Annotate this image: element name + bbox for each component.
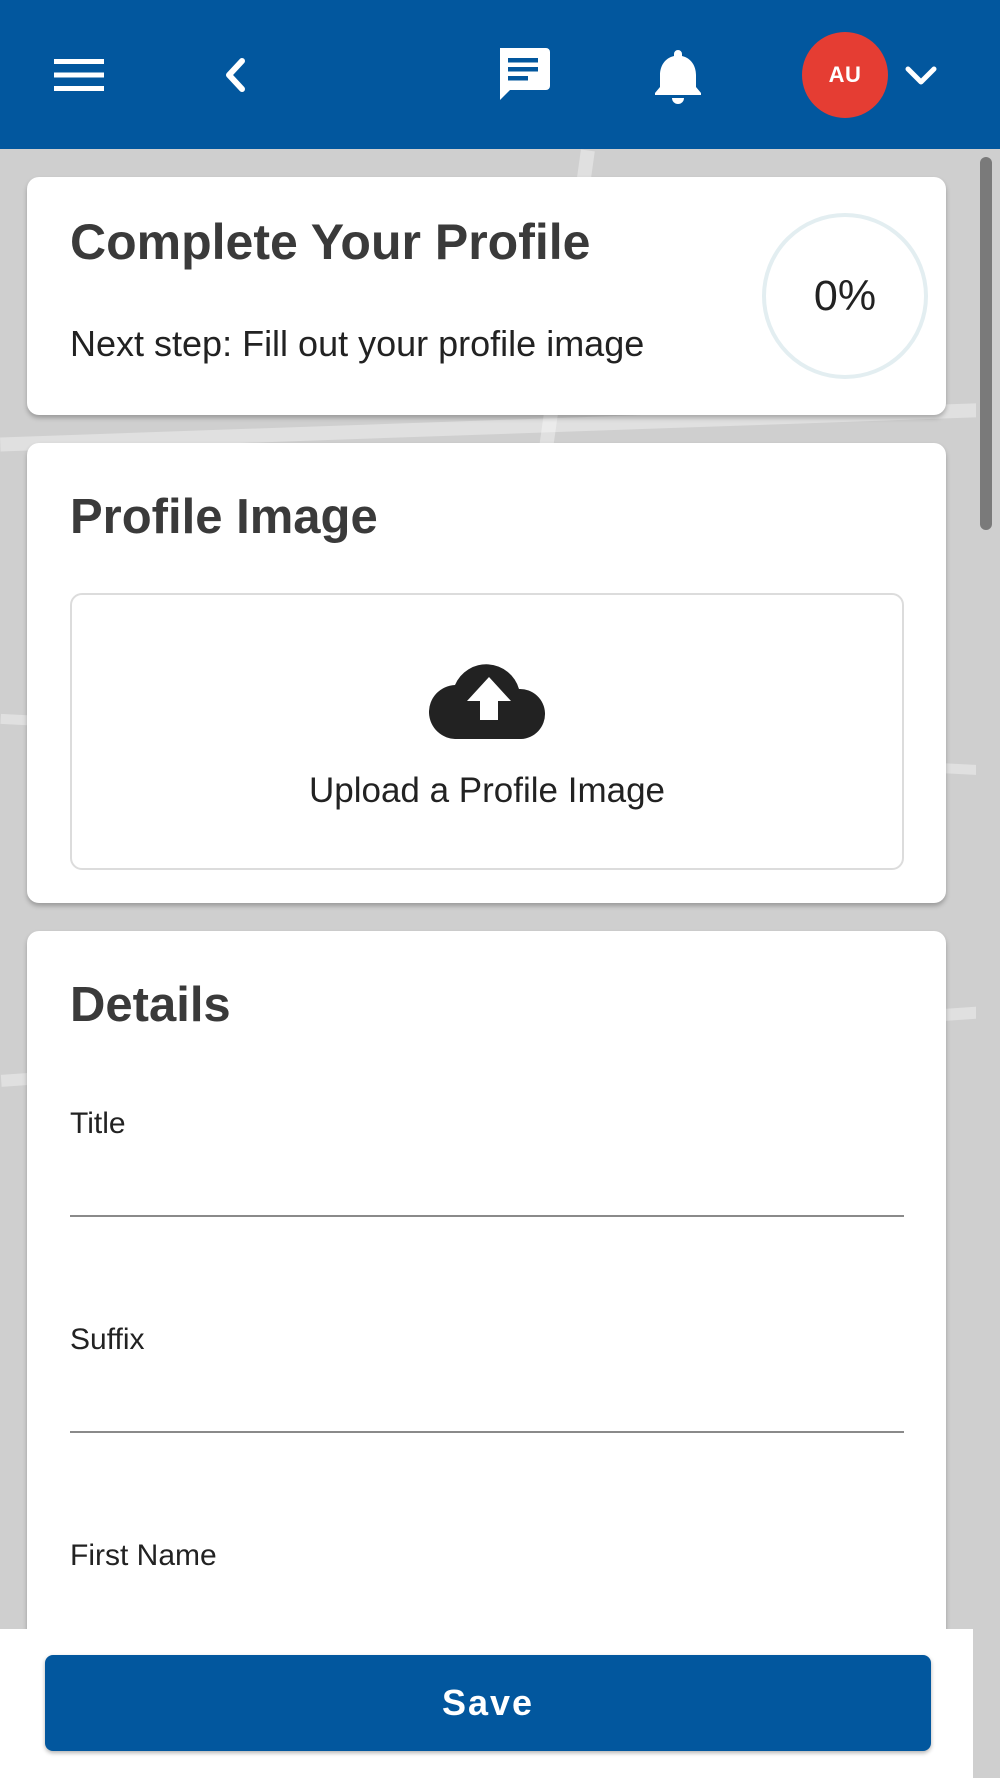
profile-progress-title: Complete Your Profile — [70, 214, 591, 270]
profile-progress-card: Complete Your Profile Next step: Fill ou… — [27, 177, 946, 415]
save-button[interactable]: Save — [45, 1655, 931, 1751]
details-title: Details — [70, 978, 231, 1032]
suffix-field[interactable] — [70, 1373, 904, 1433]
suffix-field-label: Suffix — [70, 1323, 145, 1356]
upload-label: Upload a Profile Image — [308, 771, 666, 810]
scrollbar-thumb[interactable] — [980, 157, 992, 530]
profile-image-title: Profile Image — [70, 490, 378, 544]
next-step-text: Next step: Fill out your profile image — [70, 323, 645, 364]
top-app-bar: AU — [0, 0, 1000, 149]
cloud-upload-icon — [428, 657, 549, 740]
save-bar: Save — [0, 1629, 973, 1778]
title-field-label: Title — [70, 1107, 126, 1140]
menu-icon[interactable] — [48, 50, 110, 100]
upload-dropzone[interactable]: Upload a Profile Image — [70, 593, 904, 870]
profile-image-card: Profile Image Upload a Profile Image — [27, 443, 946, 903]
back-chevron-icon[interactable] — [210, 52, 260, 98]
profile-progress-ring: 0% — [762, 213, 928, 379]
title-field[interactable] — [70, 1157, 904, 1217]
user-avatar[interactable]: AU — [802, 32, 888, 118]
chat-icon[interactable] — [490, 44, 556, 106]
details-card: Details Title Suffix First Name — [27, 931, 946, 1691]
chevron-down-icon[interactable] — [900, 54, 942, 96]
first-name-field-label: First Name — [70, 1539, 217, 1572]
bell-icon[interactable] — [650, 44, 706, 106]
progress-percent: 0% — [813, 271, 877, 320]
